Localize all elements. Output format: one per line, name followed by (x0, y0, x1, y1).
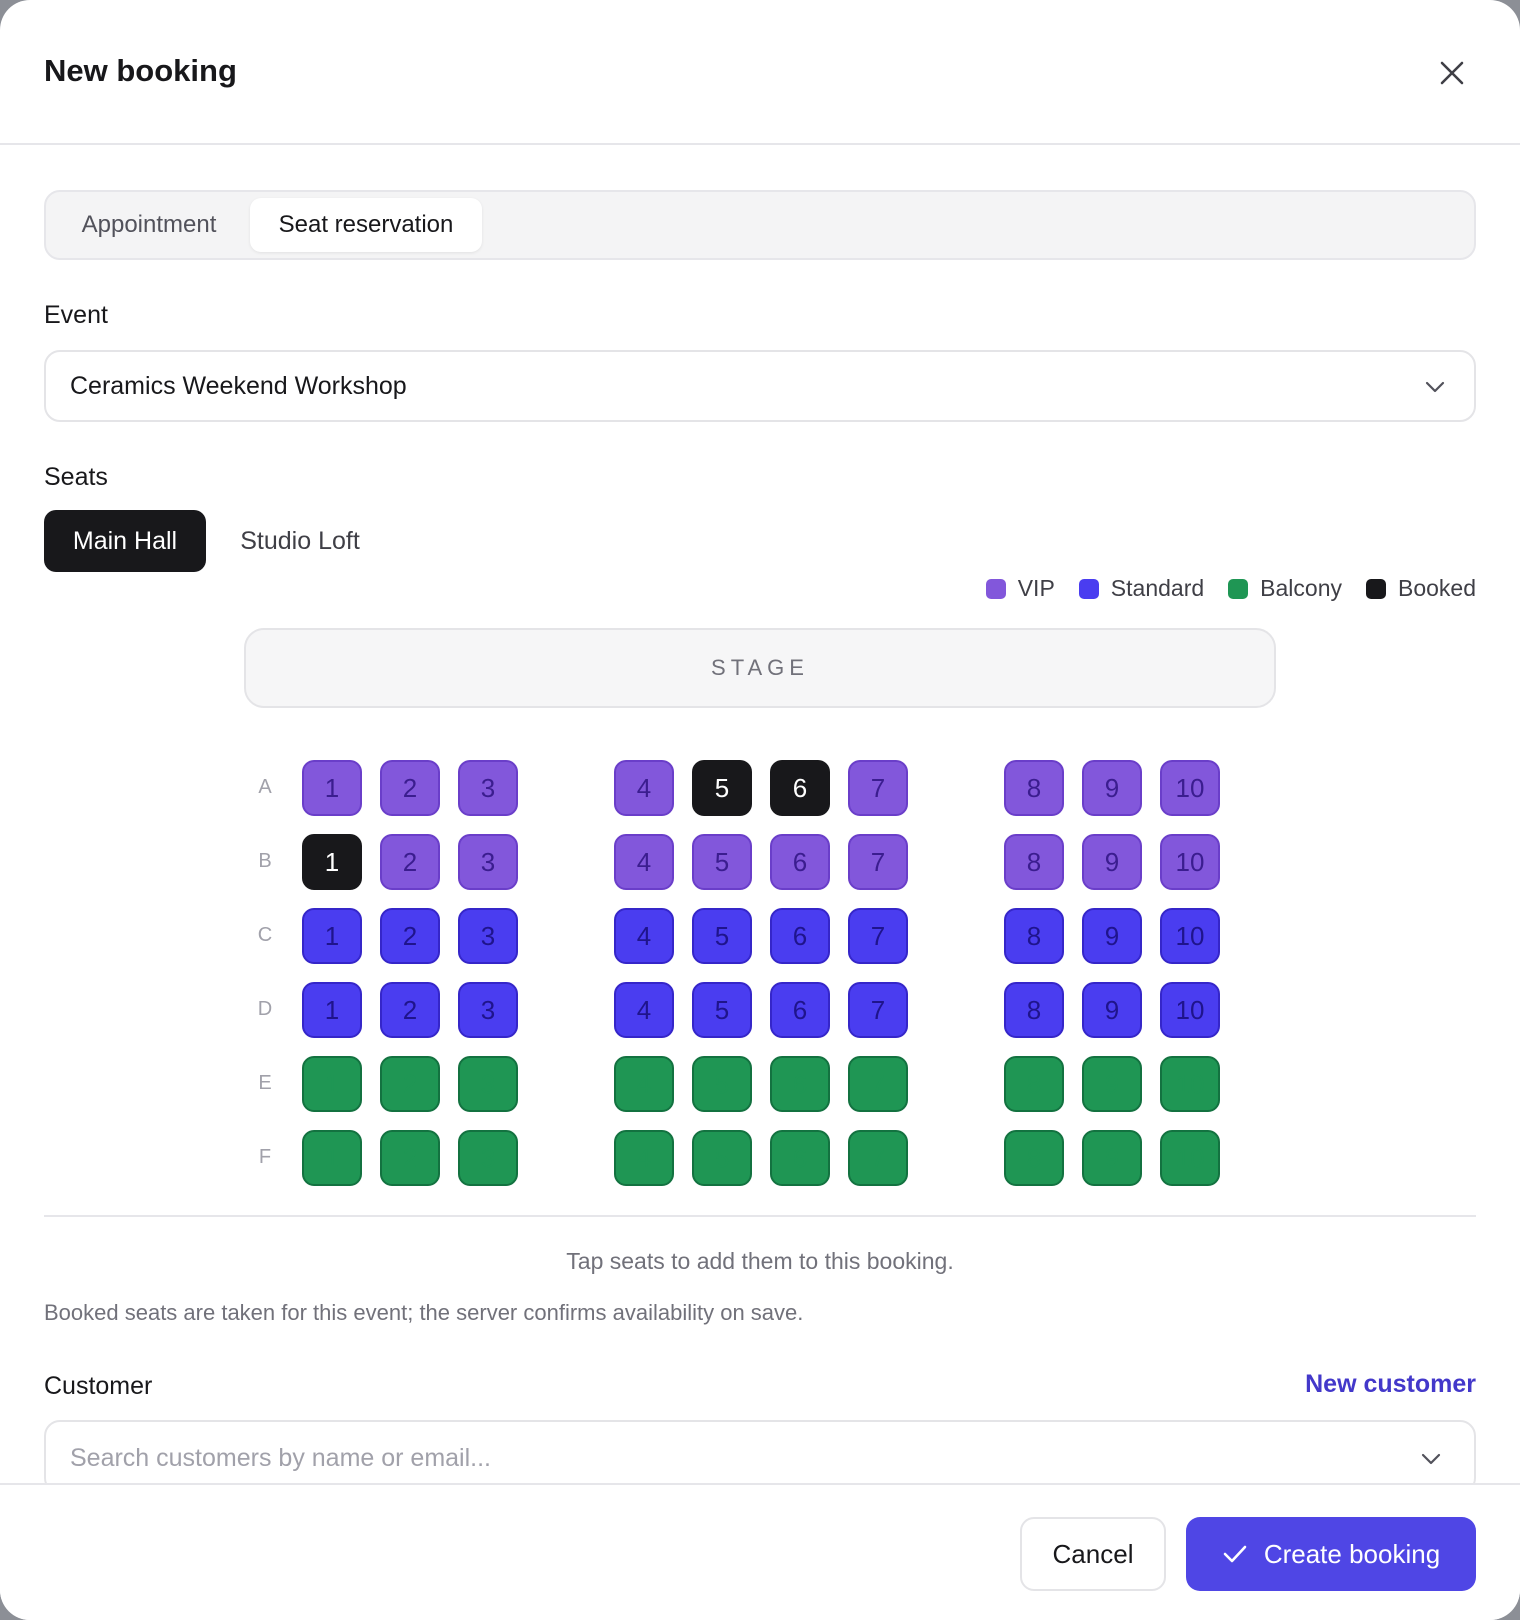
check-icon (1223, 1545, 1247, 1563)
seat[interactable]: 4 (614, 834, 674, 890)
seat[interactable]: 6 (770, 982, 830, 1038)
seat[interactable]: 8 (1004, 760, 1064, 816)
seat[interactable]: 2 (380, 834, 440, 890)
seat[interactable]: 10 (1160, 834, 1220, 890)
customer-label: Customer (44, 1372, 153, 1400)
seat[interactable]: 10 (1160, 908, 1220, 964)
seat: 5 (692, 760, 752, 816)
row-label: F (258, 1146, 272, 1168)
divider (44, 1215, 1476, 1217)
seat[interactable]: 2 (380, 1056, 440, 1112)
seat[interactable]: 10 (1160, 1056, 1220, 1112)
seat[interactable]: 2 (380, 908, 440, 964)
seat[interactable]: 8 (1004, 982, 1064, 1038)
row-label: D (257, 998, 273, 1020)
seat[interactable]: 4 (614, 760, 674, 816)
row-label: B (258, 850, 272, 872)
seat[interactable]: 1 (302, 1130, 362, 1186)
seat[interactable]: 6 (770, 908, 830, 964)
seat[interactable]: 1 (302, 982, 362, 1038)
seat[interactable]: 3 (458, 834, 518, 890)
seat[interactable]: 5 (692, 1056, 752, 1112)
seat[interactable]: 9 (1082, 760, 1142, 816)
customer-search-input[interactable] (70, 1440, 1370, 1476)
seat[interactable]: 7 (848, 908, 908, 964)
seat[interactable]: 4 (614, 1056, 674, 1112)
create-booking-button[interactable]: Create booking (1186, 1517, 1476, 1591)
seat[interactable]: 1 (302, 908, 362, 964)
cancel-button[interactable]: Cancel (1020, 1517, 1166, 1591)
seat-hint: Tap seats to add them to this booking. (566, 1248, 954, 1274)
seat[interactable]: 8 (1004, 1056, 1064, 1112)
seat[interactable]: 7 (848, 982, 908, 1038)
seat[interactable]: 4 (614, 1130, 674, 1186)
seat[interactable]: 1 (302, 760, 362, 816)
seat[interactable]: 6 (770, 1056, 830, 1112)
seat[interactable]: 6 (770, 1130, 830, 1186)
seat-map: A 1 2 3 4 5 6 7 8 9 10 B 1 2 3 4 5 6 7 8 9 10 C 1 2 3 4 5 6 7 8 9 10 D 1 2 3… (0, 0, 1520, 1200)
seat[interactable]: 3 (458, 1056, 518, 1112)
seat[interactable]: 7 (848, 1056, 908, 1112)
seat[interactable]: 1 (302, 1056, 362, 1112)
create-booking-label: Create booking (1263, 1538, 1441, 1569)
seat[interactable]: 7 (848, 834, 908, 890)
chevron-down-icon (1421, 1453, 1441, 1465)
row-label: A (258, 776, 272, 798)
seat[interactable]: 6 (770, 834, 830, 890)
seat[interactable]: 3 (458, 908, 518, 964)
row-label: C (257, 924, 273, 946)
seat[interactable]: 5 (692, 1130, 752, 1186)
seat[interactable]: 2 (380, 1130, 440, 1186)
seat[interactable]: 9 (1082, 908, 1142, 964)
seat[interactable]: 8 (1004, 908, 1064, 964)
seat[interactable]: 9 (1082, 982, 1142, 1038)
new-customer-link[interactable]: New customer (1305, 1370, 1476, 1399)
seat[interactable]: 10 (1160, 1130, 1220, 1186)
seat[interactable]: 3 (458, 982, 518, 1038)
seat[interactable]: 8 (1004, 1130, 1064, 1186)
seat[interactable]: 10 (1160, 982, 1220, 1038)
seat[interactable]: 7 (848, 1130, 908, 1186)
seat: 6 (770, 760, 830, 816)
seat[interactable]: 2 (380, 760, 440, 816)
seat[interactable]: 9 (1082, 1130, 1142, 1186)
seat-note: Booked seats are taken for this event; t… (44, 1300, 804, 1325)
seat[interactable]: 4 (614, 908, 674, 964)
seat[interactable]: 5 (692, 834, 752, 890)
row-label: E (258, 1072, 272, 1094)
seat[interactable]: 2 (380, 982, 440, 1038)
seat[interactable]: 4 (614, 982, 674, 1038)
seat[interactable]: 10 (1160, 760, 1220, 816)
seat[interactable]: 3 (458, 1130, 518, 1186)
seat[interactable]: 5 (692, 908, 752, 964)
seat[interactable]: 7 (848, 760, 908, 816)
seat[interactable]: 9 (1082, 1056, 1142, 1112)
seat[interactable]: 9 (1082, 834, 1142, 890)
new-booking-modal: New booking Appointment Seat reservation… (0, 0, 1520, 1620)
seat[interactable]: 5 (692, 982, 752, 1038)
modal-footer: Cancel Create booking (0, 1483, 1520, 1620)
seat[interactable]: 3 (458, 760, 518, 816)
seat: 1 (302, 834, 362, 890)
seat[interactable]: 8 (1004, 834, 1064, 890)
